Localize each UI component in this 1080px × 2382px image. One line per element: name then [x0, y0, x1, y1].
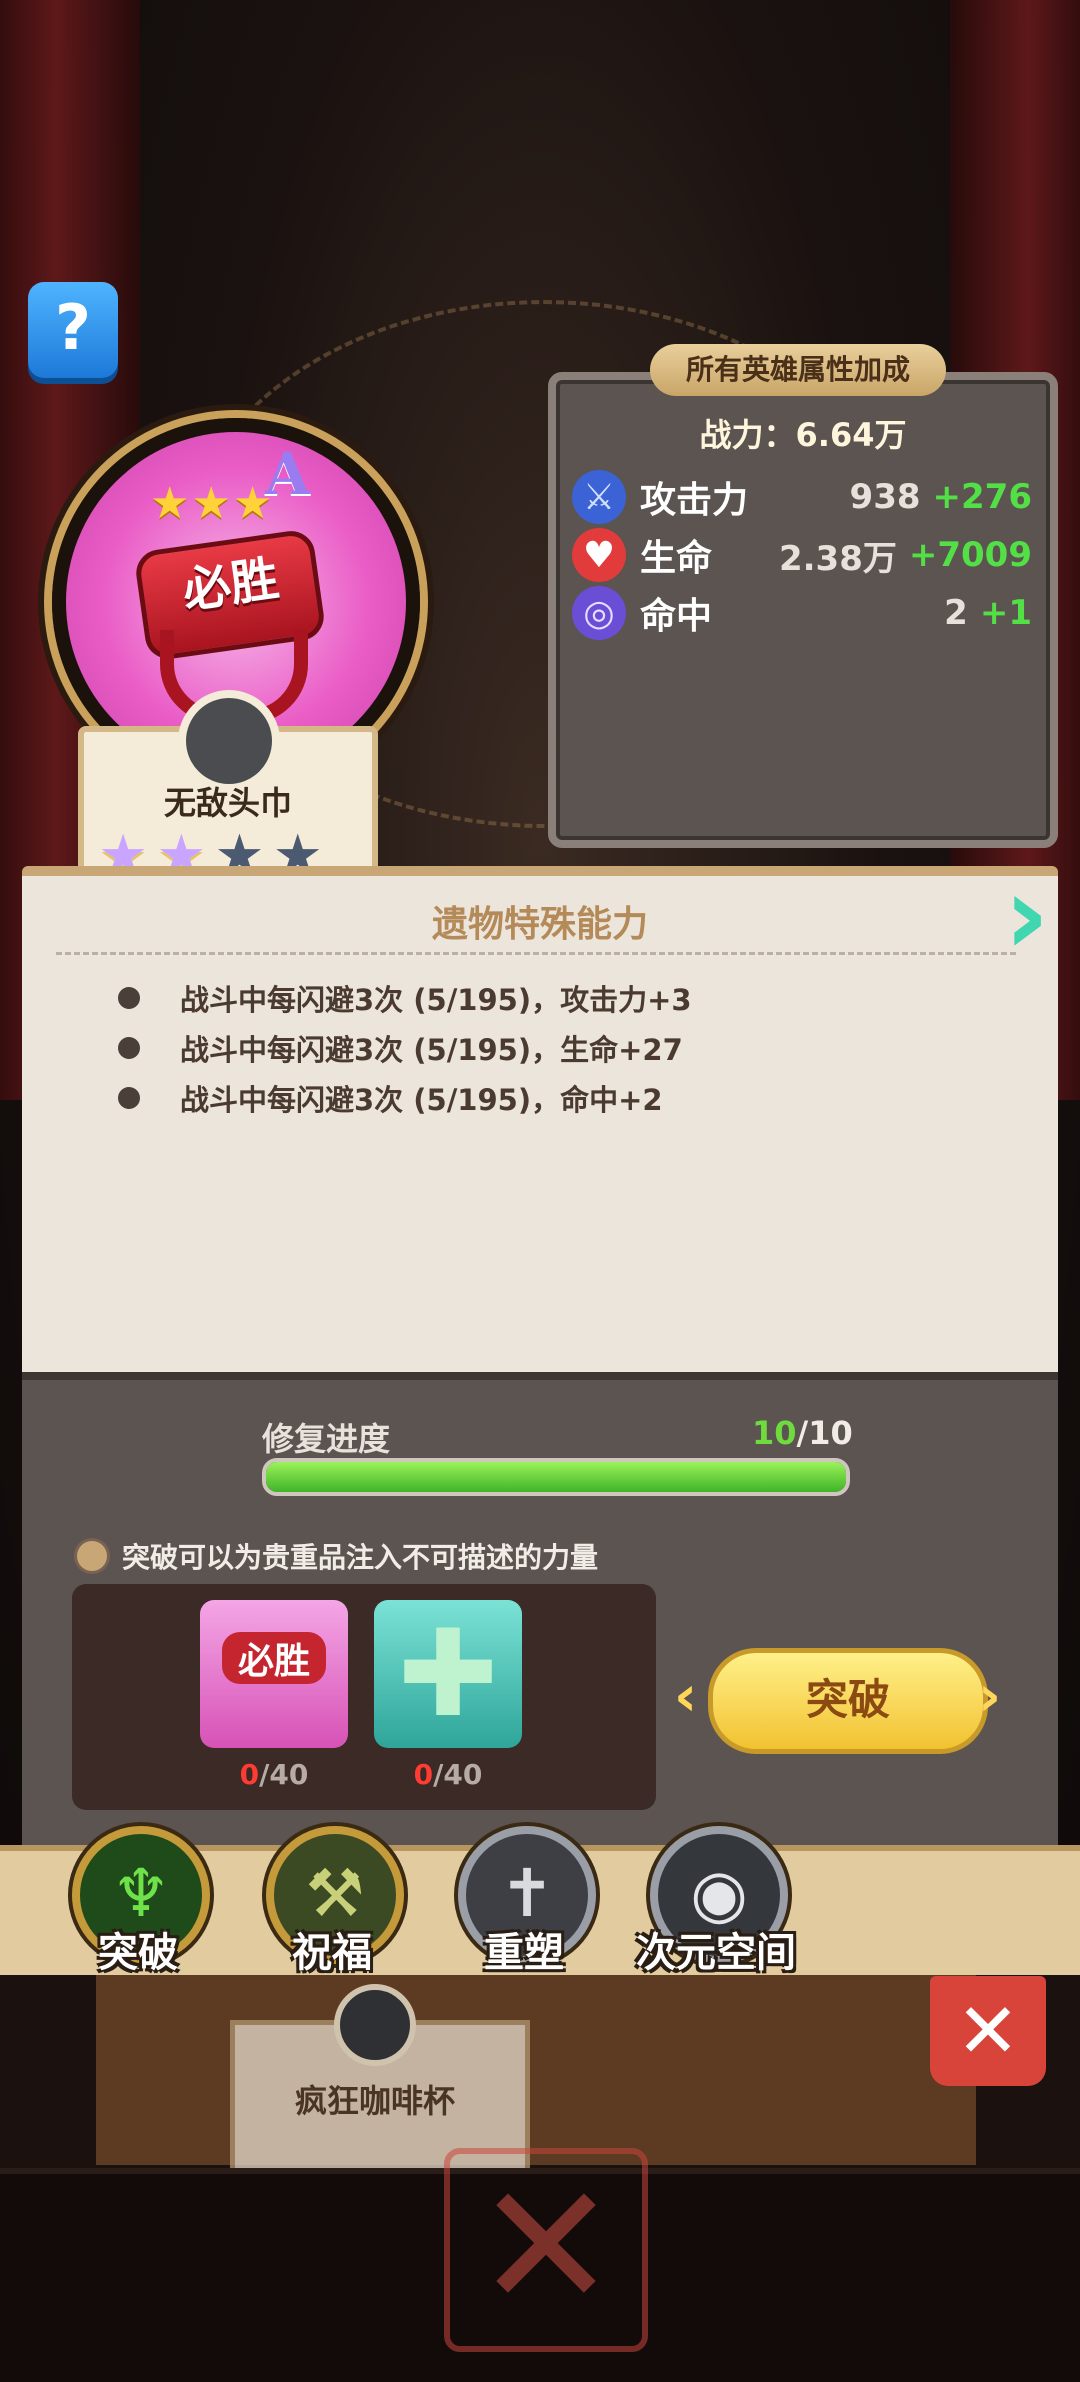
ability-item: 战斗中每闪避3次 (5/195)，命中+2	[118, 1078, 978, 1118]
stat-name: 命中	[640, 596, 713, 637]
stat-row-hit: ◎ 命中 2 +1	[572, 584, 1032, 642]
clover-material-icon: ✚	[397, 1605, 499, 1744]
stat-bonus: +276	[932, 477, 1032, 517]
hint-text: 突破可以为贵重品注入不可描述的力量	[122, 1541, 599, 1574]
heart-icon: ♥	[572, 528, 626, 582]
material-count-1: 0/40	[200, 1758, 348, 1791]
bullet-icon	[118, 1087, 140, 1109]
close-icon[interactable]: ✕	[444, 2148, 648, 2352]
stat-panel-header: 所有英雄属性加成	[650, 344, 946, 396]
stat-row-hp: ♥ 生命 2.38万 +7009	[572, 526, 1032, 584]
help-button[interactable]: ?	[28, 282, 118, 378]
repair-current: 10	[752, 1414, 797, 1452]
ability-text: 战斗中每闪避3次 (5/195)，命中+2	[180, 1083, 663, 1117]
repair-progress-bar	[262, 1458, 850, 1496]
shelf-relic-name: 疯狂咖啡杯	[294, 2082, 455, 2120]
bullet-icon	[118, 1037, 140, 1059]
breakthrough-button[interactable]: 突破	[708, 1648, 988, 1754]
grade-badge: A	[265, 440, 311, 508]
materials-box	[72, 1584, 656, 1810]
stat-bonus: +1	[979, 593, 1032, 633]
stat-name: 生命	[640, 538, 713, 579]
chevron-left-icon: ‹	[674, 1664, 698, 1729]
tab-label: 祝福	[292, 1930, 372, 1976]
tab-breakthrough[interactable]: ♆ 突破	[68, 1826, 210, 1996]
tab-label: 次元空间	[636, 1930, 796, 1976]
combat-power: 战力：6.64万	[699, 416, 907, 454]
repair-total: /10	[796, 1414, 853, 1452]
stat-value: 938	[849, 477, 921, 517]
repair-progress-value: 10/10	[752, 1414, 853, 1452]
medallion-stars-icon: ★★★	[150, 478, 275, 529]
shelf-knob-icon	[334, 1984, 416, 2066]
bullet-icon	[118, 987, 140, 1009]
relic-material-icon: 必胜	[222, 1632, 326, 1684]
repair-progress-label: 修复进度	[262, 1420, 391, 1458]
tab-dimension-space[interactable]: ◉ 次元空间	[636, 1826, 796, 1996]
info-icon	[74, 1538, 110, 1574]
material-count-2: 0/40	[374, 1758, 522, 1791]
stat-value: 2	[944, 593, 968, 633]
display-shelf	[96, 1975, 976, 2165]
material-need: /40	[433, 1758, 483, 1791]
material-have: 0	[413, 1758, 434, 1791]
target-icon: ◎	[572, 586, 626, 640]
tab-label: 突破	[98, 1930, 178, 1976]
divider	[56, 952, 1016, 955]
tab-blessing[interactable]: ⚒ 祝福	[262, 1826, 404, 1996]
ability-text: 战斗中每闪避3次 (5/195)，生命+27	[180, 1033, 683, 1067]
ability-item: 战斗中每闪避3次 (5/195)，攻击力+3	[118, 978, 978, 1018]
breakthrough-hint: 突破可以为贵重品注入不可描述的力量	[74, 1536, 598, 1576]
repair-progress-fill	[266, 1462, 846, 1492]
relic-name: 无敌头巾	[163, 784, 292, 822]
ability-item: 战斗中每闪避3次 (5/195)，生命+27	[118, 1028, 978, 1068]
stat-row-attack: ⚔ 攻击力 938 +276	[572, 468, 1032, 526]
material-have: 0	[239, 1758, 260, 1791]
ability-title: 遗物特殊能力	[431, 904, 648, 945]
ability-text: 战斗中每闪避3次 (5/195)，攻击力+3	[180, 983, 692, 1017]
stat-value: 2.38万	[778, 538, 897, 579]
close-button[interactable]: ✕	[930, 1976, 1046, 2086]
next-relic-arrow-icon[interactable]: ›	[1004, 860, 1064, 970]
sword-icon: ⚔	[572, 470, 626, 524]
stat-bonus: +7009	[908, 535, 1032, 575]
stat-name: 攻击力	[640, 480, 749, 521]
plate-knob-icon	[178, 690, 280, 792]
chevron-right-icon: ›	[978, 1664, 1002, 1729]
tab-reshape[interactable]: ✝ 重塑	[454, 1826, 596, 1996]
tab-label: 重塑	[484, 1930, 564, 1976]
material-need: /40	[259, 1758, 309, 1791]
